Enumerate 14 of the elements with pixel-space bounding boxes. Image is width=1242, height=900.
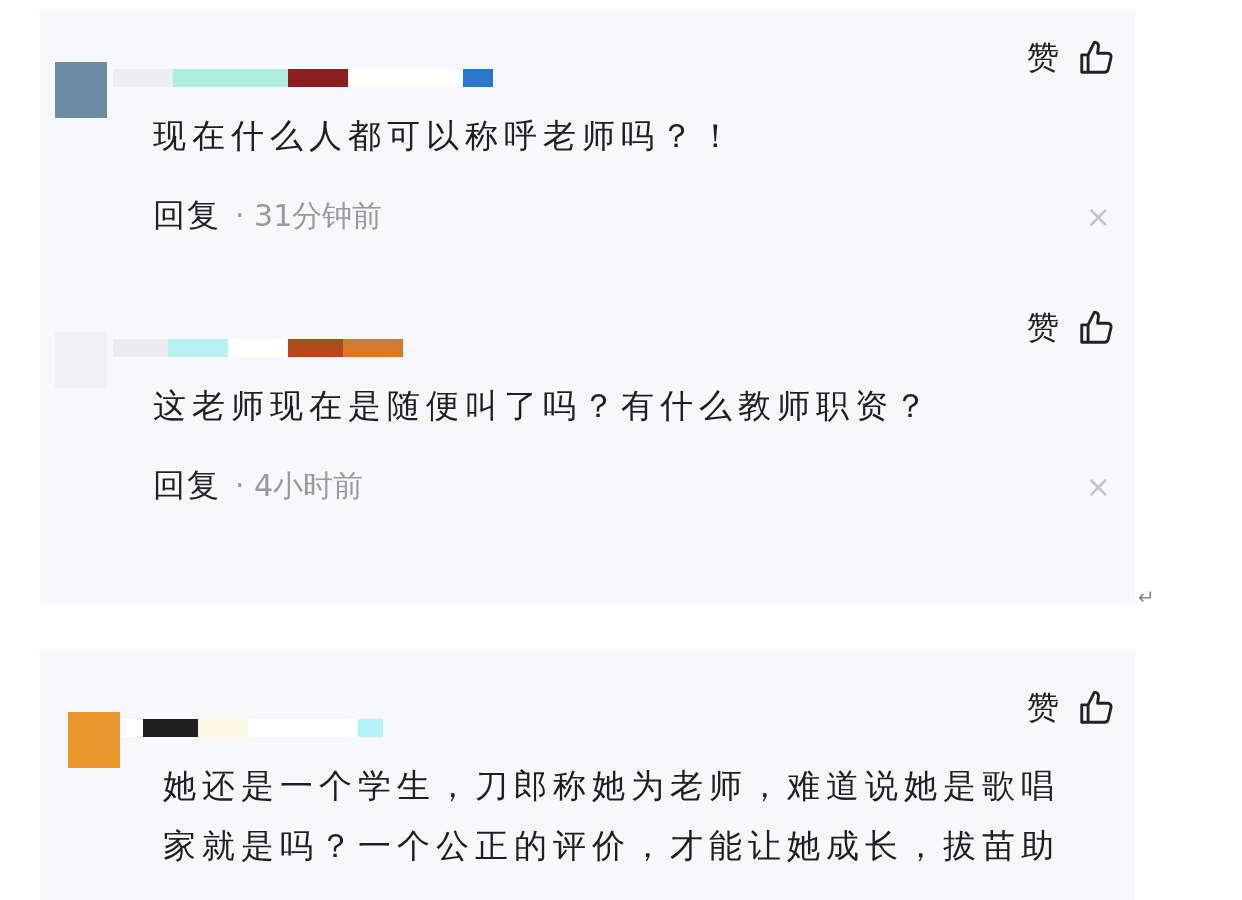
thumbs-up-icon [1077, 39, 1115, 77]
comment-text: 她还是一个学生，刀郎称她为老师，难道说她是歌唱家就是吗？一个公正的评价，才能让她成长，拔苗助 [163, 765, 1061, 867]
reply-button[interactable]: 回复 [153, 464, 221, 508]
like-button[interactable]: 赞 [1027, 686, 1115, 730]
thumbs-up-icon [1077, 689, 1115, 727]
thumbs-up-icon [1077, 309, 1115, 347]
like-button[interactable]: 赞 [1027, 36, 1115, 80]
reply-button[interactable]: 回复 [153, 194, 221, 238]
comment-text: 这老师现在是随便叫了吗？有什么教师职资？ [153, 385, 934, 427]
timestamp: · 4小时前 [235, 466, 364, 505]
like-button[interactable]: 赞 [1027, 306, 1115, 350]
return-mark: ↵ [1138, 585, 1155, 609]
timestamp: · 31分钟前 [235, 196, 383, 235]
comment-text: 现在什么人都可以称呼老师吗？！ [153, 115, 739, 157]
